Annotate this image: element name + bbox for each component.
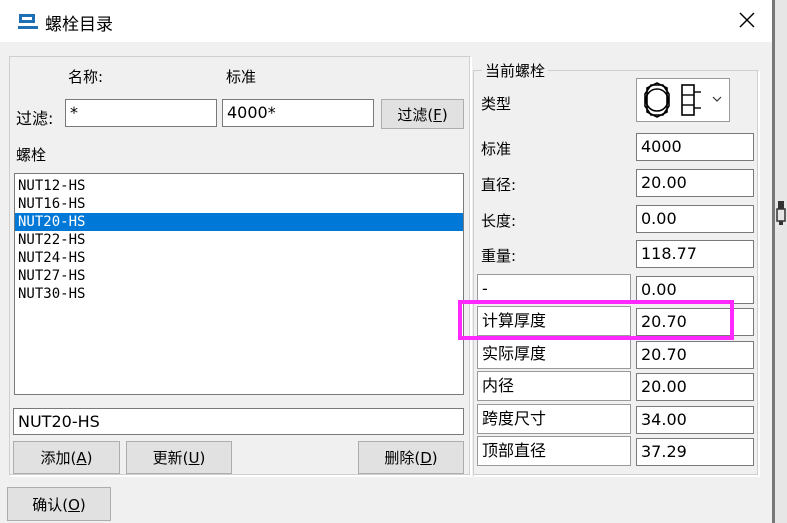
name-filter-input[interactable]: * — [65, 99, 217, 127]
filter-label: 过滤: — [16, 109, 54, 128]
filter-button[interactable]: 过滤(F) — [381, 99, 464, 129]
bolt-name-input[interactable]: NUT20-HS — [13, 408, 464, 435]
bolt-list-item[interactable]: NUT12-HS — [15, 177, 463, 195]
bolt-list-item[interactable]: NUT24-HS — [15, 249, 463, 267]
length-label: 长度: — [481, 212, 517, 230]
type-combobox[interactable] — [636, 78, 730, 122]
length-value-field[interactable]: 0.00 — [636, 205, 754, 233]
bolt-list-item[interactable]: NUT30-HS — [15, 285, 463, 303]
close-icon — [739, 12, 755, 28]
bolt-listbox[interactable]: NUT12-HS NUT16-HS NUT20-HS NUT22-HS NUT24-HS… — [14, 173, 464, 395]
window-shadow-edge — [772, 0, 775, 523]
delete-button-label: 删除(D) — [384, 449, 438, 467]
standard-value-field[interactable]: 4000 — [636, 133, 754, 161]
app-icon — [18, 14, 38, 29]
bolts-header: 螺栓 — [16, 146, 47, 164]
param-label-span-size: 跨度尺寸 — [477, 404, 631, 434]
chevron-down-icon — [712, 96, 722, 102]
ok-button-label: 确认(O) — [32, 495, 86, 514]
scroll-handle-icon — [776, 201, 786, 225]
ok-button[interactable]: 确认(O) — [7, 487, 111, 521]
add-button[interactable]: 添加(A) — [13, 441, 120, 474]
bolt-list-item[interactable]: NUT16-HS — [15, 195, 463, 213]
title-bar: 螺栓目录 — [0, 0, 772, 42]
diameter-value-field[interactable]: 20.00 — [636, 169, 754, 197]
bolt-list-item[interactable]: NUT27-HS — [15, 267, 463, 285]
param-value-top-diameter[interactable]: 37.29 — [636, 438, 754, 466]
window-title: 螺栓目录 — [45, 15, 113, 35]
param-value-actual-thickness[interactable]: 20.70 — [636, 341, 754, 369]
delete-button[interactable]: 删除(D) — [358, 441, 464, 474]
param-label-actual-thickness: 实际厚度 — [477, 339, 631, 369]
bolt-catalog-dialog: 螺栓目录 名称: 标准 过滤: * 4000* 过滤(F) 螺栓 NUT12-H… — [0, 0, 772, 523]
type-label: 类型 — [481, 95, 512, 113]
add-button-label: 添加(A) — [40, 449, 93, 467]
update-button-label: 更新(U) — [152, 449, 206, 467]
bolt-list-item[interactable]: NUT22-HS — [15, 231, 463, 249]
standard-column-header: 标准 — [226, 68, 257, 86]
param-label-top-diameter: 顶部直径 — [477, 436, 631, 466]
weight-label: 重量: — [481, 247, 517, 265]
name-column-header: 名称: — [68, 68, 104, 86]
diameter-label: 直径: — [481, 176, 517, 194]
standard-label: 标准 — [481, 140, 512, 158]
highlight-box — [458, 300, 734, 340]
bolt-list-item[interactable]: NUT20-HS — [15, 213, 463, 231]
standard-filter-input[interactable]: 4000* — [222, 99, 374, 127]
param-value-inner-diameter[interactable]: 20.00 — [636, 373, 754, 401]
nut-icon — [644, 82, 701, 118]
param-value-span-size[interactable]: 34.00 — [636, 406, 754, 434]
update-button[interactable]: 更新(U) — [126, 441, 232, 474]
filter-button-label: 过滤(F) — [397, 105, 448, 124]
close-button[interactable] — [725, 3, 769, 37]
current-bolt-title: 当前螺栓 — [482, 60, 549, 81]
param-label-inner-diameter: 内径 — [477, 371, 631, 401]
weight-value-field[interactable]: 118.77 — [636, 240, 754, 268]
